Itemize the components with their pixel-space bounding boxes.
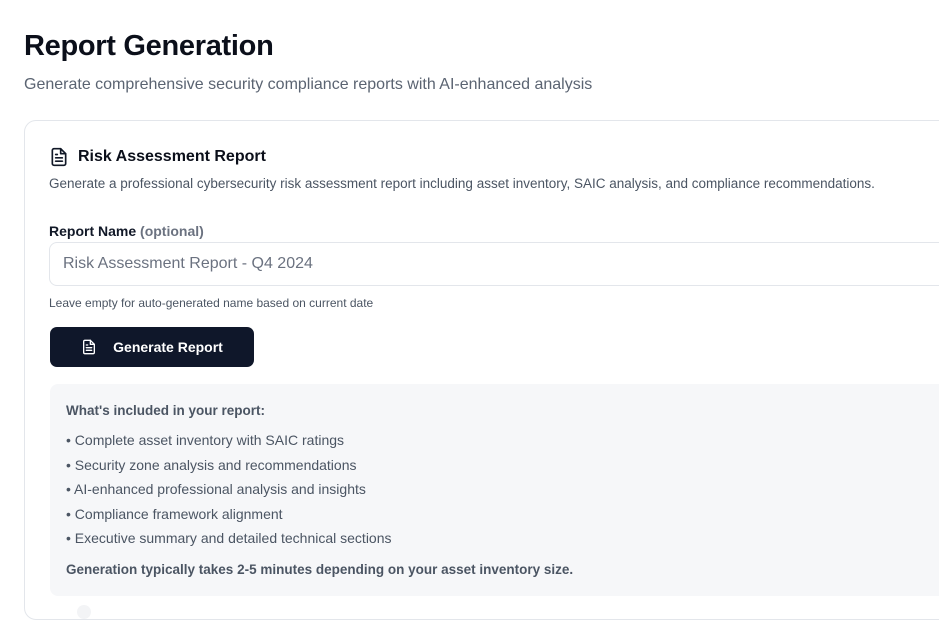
optional-hint: (optional)	[140, 223, 204, 239]
card-header: Risk Assessment Report	[49, 147, 266, 167]
generate-report-button-label: Generate Report	[113, 339, 223, 355]
report-contents-panel: What's included in your report: • Comple…	[50, 384, 939, 596]
report-name-label-text: Report Name	[49, 223, 137, 239]
card-title: Risk Assessment Report	[78, 148, 266, 165]
generation-time-note: Generation typically takes 2-5 minutes d…	[66, 562, 574, 577]
list-item: • Compliance framework alignment	[66, 505, 283, 522]
file-text-icon	[49, 147, 69, 167]
report-name-input[interactable]	[49, 242, 939, 286]
list-item: • AI-enhanced professional analysis and …	[66, 481, 366, 497]
generate-report-button[interactable]: Generate Report	[50, 327, 254, 367]
page-subtitle: Generate comprehensive security complian…	[24, 76, 593, 93]
report-contents-list: • Complete asset inventory with SAIC rat…	[66, 431, 392, 554]
decorative-dot	[77, 605, 91, 619]
report-contents-heading: What's included in your report:	[66, 403, 265, 418]
report-name-label: Report Name (optional)	[49, 223, 204, 239]
list-item: • Complete asset inventory with SAIC rat…	[66, 432, 345, 448]
list-item: • Executive summary and detailed technic…	[66, 530, 392, 546]
report-name-help: Leave empty for auto-generated name base…	[49, 296, 374, 310]
card-description: Generate a professional cybersecurity ri…	[49, 176, 875, 191]
risk-assessment-card: Risk Assessment Report Generate a profes…	[24, 120, 939, 620]
list-item: • Security zone analysis and recommendat…	[66, 456, 357, 473]
file-text-icon	[81, 339, 97, 355]
report-generation-page: Report Generation Generate comprehensive…	[0, 0, 939, 621]
page-title: Report Generation	[24, 30, 274, 62]
